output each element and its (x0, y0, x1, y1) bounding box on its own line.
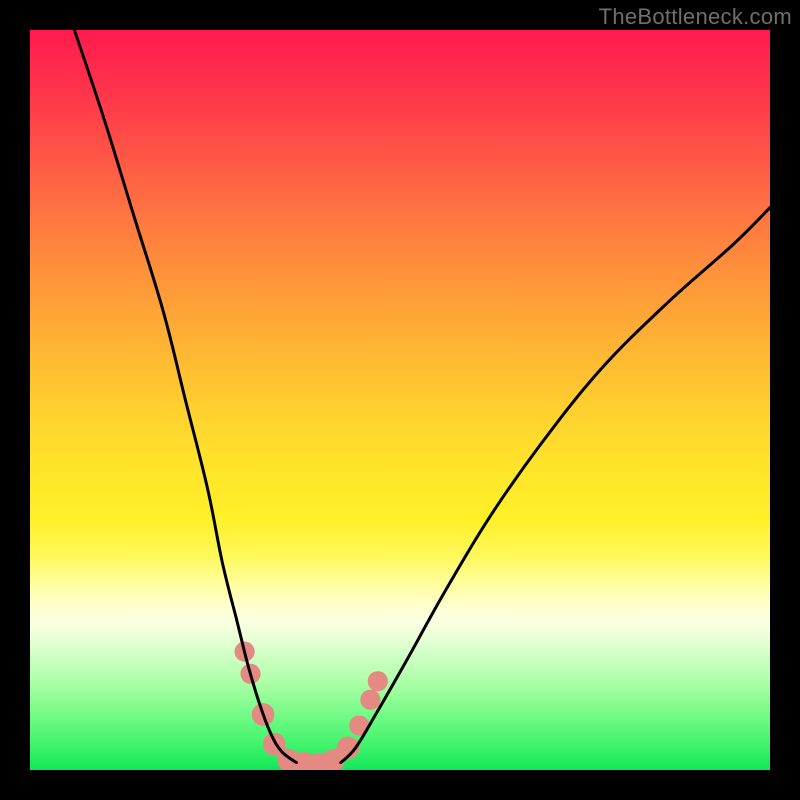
chart-plot-area (30, 30, 770, 770)
chart-frame: TheBottleneck.com (0, 0, 800, 800)
watermark-text: TheBottleneck.com (599, 4, 792, 30)
data-marker (368, 671, 388, 691)
curve-right-curve (341, 208, 770, 763)
chart-svg (30, 30, 770, 770)
curve-left-curve (74, 30, 296, 763)
data-marker (360, 690, 380, 710)
valley-marker-layer (234, 641, 387, 770)
curve-layer (74, 30, 770, 763)
